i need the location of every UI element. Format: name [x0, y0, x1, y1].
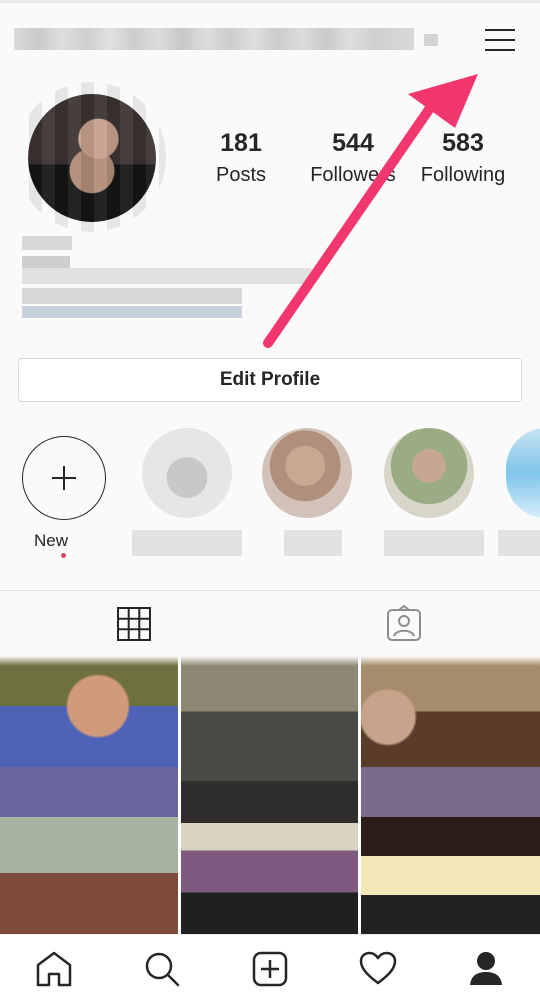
stat-following[interactable]: 583 Following	[408, 128, 518, 192]
profile-icon	[470, 952, 502, 985]
followers-count: 544	[332, 129, 374, 157]
grid-top-fade	[0, 656, 540, 666]
new-highlight-label: New	[34, 531, 69, 550]
photo-thumbnail[interactable]	[361, 656, 540, 934]
heart-icon	[359, 951, 397, 985]
search-icon	[145, 952, 180, 987]
tab-grid[interactable]	[114, 604, 154, 644]
avatar[interactable]	[28, 94, 156, 222]
story-highlight[interactable]	[506, 428, 540, 518]
story-highlight[interactable]	[384, 428, 474, 518]
plus-icon	[63, 466, 65, 490]
bio-name-redacted	[22, 236, 72, 250]
account-switch-caret-icon[interactable]	[424, 34, 438, 46]
bio-link-redacted[interactable]	[22, 306, 242, 318]
new-indicator-dot	[61, 553, 66, 558]
story-highlight[interactable]	[262, 428, 352, 518]
highlight-label-redacted	[384, 530, 484, 556]
bio-line-redacted	[22, 268, 312, 284]
menu-icon[interactable]	[478, 18, 522, 62]
edit-profile-button[interactable]: Edit Profile	[18, 358, 522, 402]
following-count: 583	[442, 129, 484, 157]
new-highlight-button[interactable]	[22, 436, 106, 520]
bottom-nav	[0, 934, 540, 999]
following-label: Following	[420, 164, 506, 186]
story-highlight[interactable]	[142, 428, 232, 518]
add-post-icon	[252, 951, 288, 987]
highlight-label-redacted	[284, 530, 342, 556]
stat-posts[interactable]: 181 Posts	[186, 128, 296, 192]
highlight-label-redacted	[498, 530, 540, 556]
photo-grid	[0, 656, 540, 934]
photo-thumbnail[interactable]	[0, 656, 178, 934]
stat-followers[interactable]: 544 Followers	[298, 128, 408, 192]
username-redacted[interactable]	[14, 28, 414, 50]
nav-profile[interactable]	[466, 949, 506, 989]
posts-count: 181	[220, 129, 262, 157]
tabs-divider	[0, 590, 540, 591]
posts-label: Posts	[215, 164, 267, 186]
nav-add-post[interactable]	[250, 949, 290, 989]
highlight-label-redacted	[132, 530, 242, 556]
bio-line-redacted	[22, 288, 242, 304]
nav-activity[interactable]	[358, 949, 398, 989]
home-icon	[36, 951, 72, 987]
photo-thumbnail[interactable]	[181, 656, 358, 934]
tagged-person-icon	[387, 604, 421, 641]
nav-search[interactable]	[142, 949, 182, 989]
grid-icon	[117, 607, 151, 641]
profile-header	[0, 0, 540, 80]
followers-label: Followers	[310, 164, 396, 186]
tab-tagged[interactable]	[384, 604, 424, 644]
nav-home[interactable]	[34, 949, 74, 989]
